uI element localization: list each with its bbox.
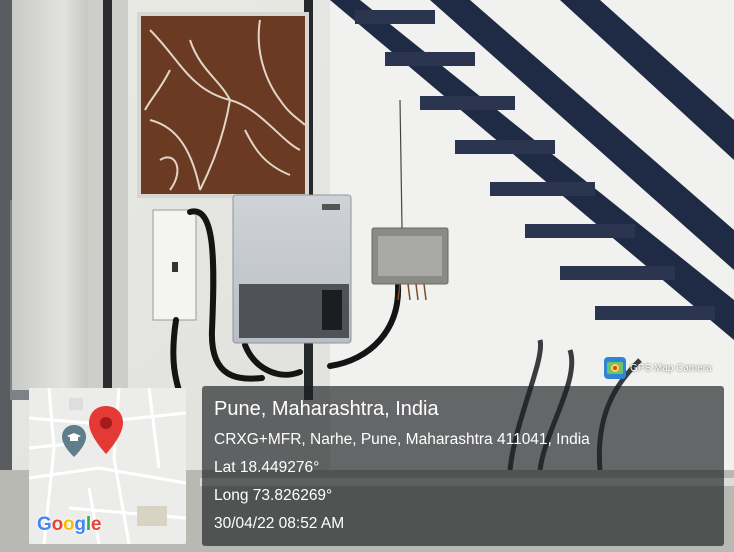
pipe-left [103,0,112,410]
map-pin-camera-icon [604,357,626,379]
google-logo: Google [37,514,102,535]
graduation-cap-place-icon [62,425,86,457]
watermark-app-name: GPS Map Camera [630,362,712,374]
city-line: Pune, Maharashtra, India [214,398,439,420]
concrete-pillar [12,0,98,390]
distribution-box-switch [172,262,178,272]
inverter-logo [322,204,340,210]
location-info-panel: Pune, Maharashtra, India CRXG+MFR, Narhe… [202,386,724,546]
map-thumbnail: Google [29,388,186,544]
inverter-display [322,290,342,330]
longitude-line: Long 73.826269° [214,487,333,504]
datetime-line: 30/04/22 08:52 AM [214,515,345,532]
address-line: CRXG+MFR, Narhe, Pune, Maharashtra 41104… [214,431,590,448]
gps-map-camera-watermark: GPS Map Camera [604,357,712,379]
latitude-line: Lat 18.449276° [214,459,320,476]
junction-box-window [378,236,442,276]
red-location-pin-icon [89,406,123,454]
cracked-panel [141,16,305,194]
